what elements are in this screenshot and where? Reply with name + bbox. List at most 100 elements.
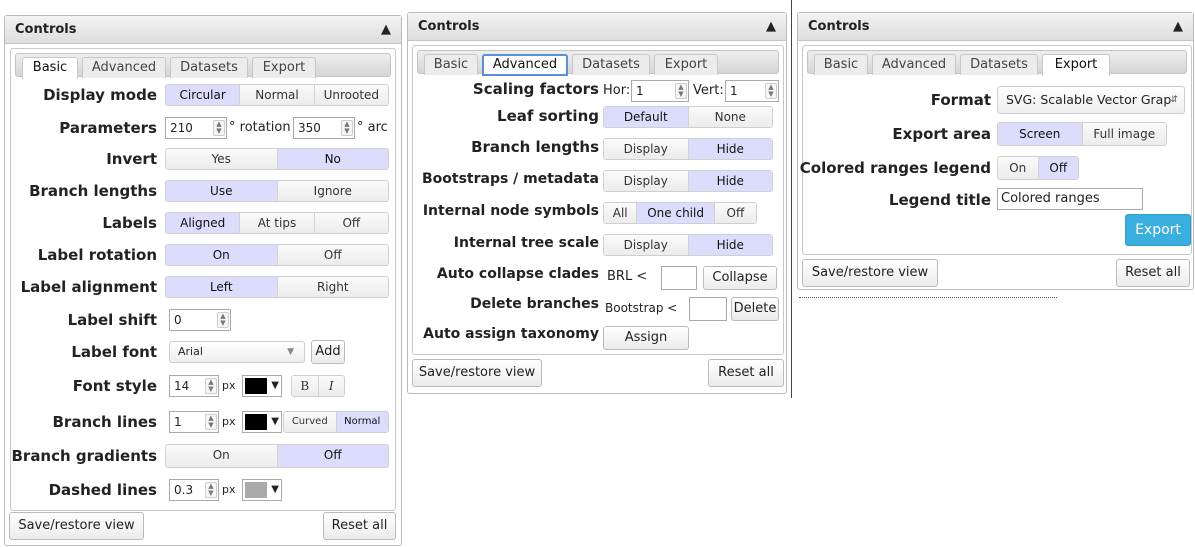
delete-button[interactable]: Delete [731,297,779,321]
bootstraps-display[interactable]: Display [604,171,688,191]
label-font-select[interactable]: Arial ▼ [169,341,305,363]
branch-lengths-ignore[interactable]: Ignore [276,181,388,201]
tab-basic[interactable]: Basic [22,57,78,79]
vert-scale-input[interactable]: 1 ▲ ▼ [725,80,779,102]
labels-toggle: Aligned At tips Off [165,212,389,234]
font-color-picker[interactable]: ▼ [242,375,282,397]
hor-spinner-icon[interactable]: ▲ ▼ [675,83,687,99]
branch-width-spinner-icon[interactable]: ▲ ▼ [205,414,217,430]
branch-color-picker[interactable]: ▼ [242,411,282,433]
vert-scale-value: 1 [730,84,738,98]
collapse-icon[interactable]: ▲ [381,16,391,44]
legend-off[interactable]: Off [1037,157,1078,179]
brl-threshold-input[interactable] [661,266,697,290]
vert-spinner-icon[interactable]: ▲ ▼ [765,83,777,99]
node-symbols-off[interactable]: Off [713,203,756,223]
panel-header[interactable]: Controls ▲ [5,16,401,44]
branch-width-value: 1 [174,415,182,429]
labels-off[interactable]: Off [313,213,388,233]
branch-style-normal[interactable]: Normal [335,412,388,432]
assign-button[interactable]: Assign [603,326,689,350]
italic-button[interactable]: I [317,376,344,396]
hor-scale-input[interactable]: 1 ▲ ▼ [631,80,689,102]
tab-advanced[interactable]: Advanced [482,54,568,76]
collapse-icon[interactable]: ▲ [1173,13,1183,41]
node-symbols-all[interactable]: All [604,203,637,223]
adv-branch-lengths-hide[interactable]: Hide [687,139,772,159]
labels-at-tips[interactable]: At tips [239,213,314,233]
vert-label: Vert: [693,83,724,98]
leaf-sorting-default[interactable]: Default [604,107,688,127]
tab-datasets[interactable]: Datasets [960,54,1038,75]
reset-all-button[interactable]: Reset all [708,359,784,387]
tab-datasets[interactable]: Datasets [572,54,650,75]
export-area-full[interactable]: Full image [1081,123,1166,145]
label-rotation-off[interactable]: Off [276,245,388,265]
tree-scale-display[interactable]: Display [604,235,688,255]
save-restore-view-button[interactable]: Save/restore view [412,359,542,387]
arc-input[interactable]: 350 ▲ ▼ [293,117,355,139]
reset-all-button[interactable]: Reset all [1116,259,1190,287]
invert-yes[interactable]: Yes [166,149,277,169]
adv-branch-lengths-label: Branch lengths [471,138,599,156]
branch-color-swatch [245,414,267,430]
chevron-down-icon: ▼ [271,484,279,495]
tab-basic[interactable]: Basic [424,54,478,75]
tab-datasets[interactable]: Datasets [170,57,248,78]
panel-header[interactable]: Controls ▲ [408,13,786,41]
node-symbols-one-child[interactable]: One child [636,203,714,223]
branch-lengths-use[interactable]: Use [166,181,277,201]
label-rotation-on[interactable]: On [166,245,277,265]
legend-on[interactable]: On [998,157,1038,179]
dashed-lines-input[interactable]: 0.3 ▲ ▼ [169,479,219,501]
save-restore-view-button[interactable]: Save/restore view [9,512,144,540]
export-area-screen[interactable]: Screen [998,123,1082,145]
branch-style-curved[interactable]: Curved [284,412,336,432]
tab-advanced[interactable]: Advanced [82,57,166,78]
label-shift-spinner-icon[interactable]: ▲ ▼ [217,312,229,328]
tab-export[interactable]: Export [1042,54,1110,76]
labels-aligned[interactable]: Aligned [166,213,240,233]
export-button[interactable]: Export [1125,214,1191,246]
display-mode-normal[interactable]: Normal [239,85,314,105]
bold-button[interactable]: B [292,376,318,396]
label-rotation-toggle: On Off [165,244,389,266]
rotation-input[interactable]: 210 ▲ ▼ [165,117,227,139]
label-alignment-right[interactable]: Right [276,277,388,297]
adv-branch-lengths-display[interactable]: Display [604,139,688,159]
rotation-value: 210 [170,121,193,135]
label-shift-input[interactable]: 0 ▲ ▼ [169,309,231,331]
bootstraps-hide[interactable]: Hide [687,171,772,191]
display-mode-circular[interactable]: Circular [166,85,240,105]
format-value: SVG: Scalable Vector Grap [1006,92,1172,107]
panel-header[interactable]: Controls ▲ [798,13,1193,41]
branch-gradients-on[interactable]: On [166,445,277,467]
display-mode-unrooted[interactable]: Unrooted [313,85,388,105]
add-font-button[interactable]: Add [311,340,345,364]
leaf-sorting-none[interactable]: None [687,107,772,127]
format-select[interactable]: SVG: Scalable Vector Grap ⇵ [997,86,1185,114]
dashed-color-picker[interactable]: ▼ [242,479,282,501]
dashed-lines-spinner-icon[interactable]: ▲ ▼ [205,482,217,498]
save-restore-view-button[interactable]: Save/restore view [802,259,938,287]
tree-scale-hide[interactable]: Hide [687,235,772,255]
branch-gradients-label: Branch gradients [11,447,157,465]
tab-basic[interactable]: Basic [814,54,868,75]
reset-all-button[interactable]: Reset all [323,512,396,540]
bootstrap-threshold-input[interactable] [689,297,727,321]
font-size-spinner-icon[interactable]: ▲ ▼ [205,378,217,394]
branch-gradients-off[interactable]: Off [276,445,388,467]
arc-spinner-icon[interactable]: ▲ ▼ [341,120,353,136]
branch-width-input[interactable]: 1 ▲ ▼ [169,411,219,433]
font-size-input[interactable]: 14 ▲ ▼ [169,375,219,397]
collapse-icon[interactable]: ▲ [766,13,776,41]
collapse-button[interactable]: Collapse [703,266,777,290]
rotation-spinner-icon[interactable]: ▲ ▼ [213,120,225,136]
label-alignment-left[interactable]: Left [166,277,277,297]
legend-title-input[interactable]: Colored ranges [997,188,1143,210]
invert-no[interactable]: No [276,149,388,169]
tab-advanced[interactable]: Advanced [872,54,956,75]
tab-export[interactable]: Export [654,54,718,75]
branch-lengths-label: Branch lengths [29,182,157,200]
tab-export[interactable]: Export [252,57,316,78]
